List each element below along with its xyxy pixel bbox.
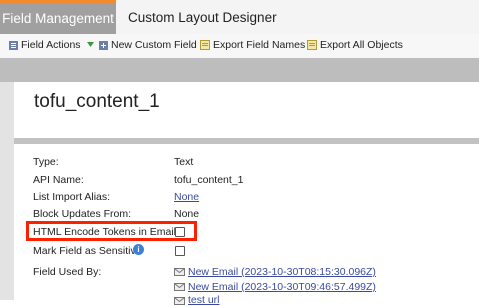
export-field-names-button[interactable]: Export Field Names xyxy=(200,34,305,58)
export-icon xyxy=(200,40,210,51)
block-updates-value: None xyxy=(174,208,200,220)
info-icon[interactable]: i xyxy=(133,244,144,255)
list-import-alias-label: List Import Alias: xyxy=(33,191,111,203)
type-value: Text xyxy=(174,156,194,168)
new-custom-field-label: New Custom Field xyxy=(111,39,197,51)
used-by-item-2[interactable]: New Email (2023-10-30T09:46:57.499Z) xyxy=(188,281,376,293)
field-actions-button[interactable]: Field Actions xyxy=(9,34,95,58)
header-band xyxy=(0,58,479,82)
used-by-item-1[interactable]: New Email (2023-10-30T08:15:30.096Z) xyxy=(188,266,376,278)
email-icon xyxy=(174,297,185,305)
field-name-title: tofu_content_1 xyxy=(34,91,160,112)
tab-bar: Field Management Custom Layout Designer xyxy=(0,0,479,34)
used-by-item-3[interactable]: test url xyxy=(188,294,220,306)
email-icon xyxy=(174,283,185,291)
mark-sensitive-label: Mark Field as Sensitive xyxy=(33,245,142,257)
toolbar: Field Actions New Custom Field Export Fi… xyxy=(0,34,479,59)
export-field-names-label: Export Field Names xyxy=(213,39,306,51)
section-divider xyxy=(14,138,479,144)
field-used-by-label: Field Used By: xyxy=(33,266,102,278)
api-name-label: API Name: xyxy=(33,174,84,186)
email-icon xyxy=(174,268,185,276)
field-actions-icon xyxy=(9,40,18,50)
new-custom-field-button[interactable]: New Custom Field xyxy=(99,34,197,58)
tab-custom-layout-designer[interactable]: Custom Layout Designer xyxy=(128,0,277,34)
list-import-alias-link[interactable]: None xyxy=(174,191,199,203)
block-updates-label: Block Updates From: xyxy=(33,208,132,220)
dropdown-arrow-icon xyxy=(87,42,95,48)
highlight-box xyxy=(26,221,197,241)
export-all-objects-label: Export All Objects xyxy=(320,39,403,51)
api-name-value: tofu_content_1 xyxy=(174,174,244,186)
export-all-objects-button[interactable]: Export All Objects xyxy=(307,34,403,58)
new-field-icon xyxy=(99,40,108,50)
type-label: Type: xyxy=(33,156,59,168)
tab-field-management[interactable]: Field Management xyxy=(0,0,116,34)
mark-sensitive-checkbox[interactable] xyxy=(175,246,185,256)
export-icon xyxy=(307,40,317,51)
field-actions-label: Field Actions xyxy=(21,39,81,51)
